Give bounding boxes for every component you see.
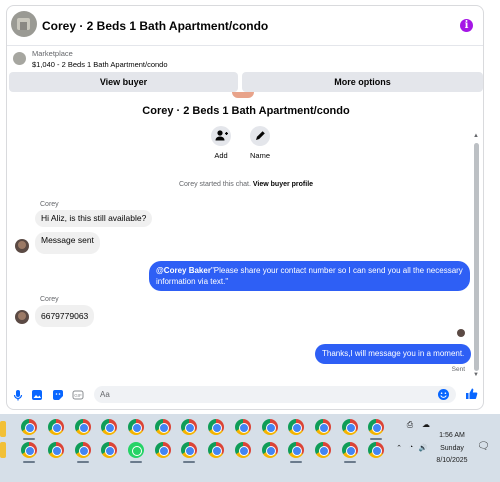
chrome-icon[interactable] xyxy=(235,419,251,435)
info-icon[interactable]: i xyxy=(460,19,473,32)
running-indicator xyxy=(290,461,302,463)
name-action[interactable]: Name xyxy=(240,126,280,160)
clock-day[interactable]: Sunday xyxy=(430,445,474,452)
outgoing-message[interactable]: Thanks,I will message you in a moment. xyxy=(315,344,472,364)
chrome-icon[interactable] xyxy=(235,442,251,458)
system-note-text: Corey started this chat. xyxy=(178,181,251,188)
clock-date[interactable]: 8/10/2025 xyxy=(430,457,474,464)
running-indicator xyxy=(23,461,35,463)
chrome-icon[interactable] xyxy=(48,442,64,458)
add-person-icon[interactable] xyxy=(211,126,231,146)
chrome-icon[interactable] xyxy=(368,419,384,435)
chrome-icon[interactable] xyxy=(101,442,117,458)
chrome-icon[interactable] xyxy=(21,442,37,458)
taskbar: ⎙ ☁ ⌃ ◔ 🔊 1:56 AM Sunday 8/10/2025 🗨 xyxy=(0,414,500,482)
chat-header: Corey · 2 Beds 1 Bath Apartment/condo i xyxy=(7,6,483,46)
system-note: Corey started this chat. View buyer prof… xyxy=(7,181,483,188)
chevron-up-icon[interactable]: ⌃ xyxy=(394,444,404,452)
chrome-icon[interactable] xyxy=(342,442,358,458)
chrome-icon[interactable] xyxy=(262,419,278,435)
microphone-icon[interactable] xyxy=(12,388,24,401)
chrome-icon[interactable] xyxy=(288,442,304,458)
scroll-up-icon[interactable]: ▲ xyxy=(473,133,479,139)
mention-tag[interactable]: @Corey Baker xyxy=(156,266,211,275)
chrome-icon[interactable] xyxy=(315,419,331,435)
whatsapp-icon[interactable] xyxy=(128,442,144,458)
notification-icon[interactable]: 🗨 xyxy=(477,441,490,452)
running-indicator xyxy=(23,438,35,440)
sender-avatar[interactable] xyxy=(15,239,29,253)
sticker-icon[interactable] xyxy=(52,388,64,400)
view-buyer-button[interactable]: View buyer xyxy=(9,72,238,92)
clock-time[interactable]: 1:56 AM xyxy=(430,432,474,439)
incoming-message[interactable]: Hi Aliz, is this still available? xyxy=(35,210,153,227)
chrome-icon[interactable] xyxy=(75,419,91,435)
chrome-icon[interactable] xyxy=(128,419,144,435)
sender-name: Corey xyxy=(40,201,59,208)
view-buyer-profile-link[interactable]: View buyer profile xyxy=(253,181,313,188)
profile-avatar xyxy=(232,92,254,98)
chrome-icon[interactable] xyxy=(181,419,197,435)
chrome-icon[interactable] xyxy=(155,419,171,435)
running-indicator xyxy=(77,461,89,463)
photo-icon[interactable] xyxy=(31,388,43,400)
gif-icon[interactable]: GIF xyxy=(72,388,84,400)
pencil-icon[interactable] xyxy=(250,126,270,146)
chrome-icon[interactable] xyxy=(155,442,171,458)
delivery-status: Sent xyxy=(451,366,465,373)
emoji-icon[interactable] xyxy=(437,388,450,401)
listing-thumbnail[interactable] xyxy=(13,52,26,65)
scrollbar-thumb[interactable] xyxy=(474,143,479,371)
volume-icon[interactable]: 🔊 xyxy=(418,444,428,452)
chrome-icon[interactable] xyxy=(181,442,197,458)
message-input[interactable] xyxy=(100,388,430,401)
sender-name: Corey xyxy=(40,296,59,303)
chrome-icon[interactable] xyxy=(288,419,304,435)
wifi-icon[interactable]: ◔ xyxy=(406,444,416,451)
meet-now-icon[interactable]: ⎙ xyxy=(404,420,416,430)
listing-avatar[interactable] xyxy=(11,11,37,37)
chrome-icon[interactable] xyxy=(75,442,91,458)
chrome-icon[interactable] xyxy=(315,442,331,458)
read-receipt-avatar xyxy=(457,329,465,337)
incoming-message[interactable]: 6679779063 xyxy=(35,305,95,327)
more-options-button[interactable]: More options xyxy=(242,72,483,92)
chat-title[interactable]: Corey · 2 Beds 1 Bath Apartment/condo xyxy=(42,19,268,33)
running-indicator xyxy=(344,461,356,463)
sender-avatar[interactable] xyxy=(15,310,29,324)
chrome-icon[interactable] xyxy=(368,442,384,458)
running-indicator xyxy=(130,461,142,463)
chrome-icon[interactable] xyxy=(21,419,37,435)
svg-text:GIF: GIF xyxy=(74,393,82,398)
message-input-wrapper[interactable] xyxy=(94,386,456,403)
outgoing-message[interactable]: @Corey Baker"Please share your contact n… xyxy=(149,261,470,291)
taskbar-folder-icon[interactable] xyxy=(0,442,6,458)
marketplace-label: Marketplace xyxy=(32,49,73,58)
thumbs-up-icon[interactable] xyxy=(465,387,478,400)
chrome-icon[interactable] xyxy=(48,419,64,435)
incoming-message[interactable]: Message sent xyxy=(35,232,100,254)
composer: GIF xyxy=(7,379,483,409)
taskbar-folder-icon[interactable] xyxy=(0,421,6,437)
running-indicator xyxy=(370,438,382,440)
chrome-icon[interactable] xyxy=(101,419,117,435)
profile-name: Corey · 2 Beds 1 Bath Apartment/condo xyxy=(142,105,350,117)
listing-description[interactable]: $1,040 - 2 Beds 1 Bath Apartment/condo xyxy=(32,60,168,69)
add-label: Add xyxy=(214,151,228,160)
chrome-icon[interactable] xyxy=(262,442,278,458)
add-action[interactable]: Add xyxy=(201,126,241,160)
chrome-icon[interactable] xyxy=(208,419,224,435)
running-indicator xyxy=(183,461,195,463)
name-label: Name xyxy=(249,151,270,160)
chat-window: Corey · 2 Beds 1 Bath Apartment/condo i … xyxy=(6,5,484,410)
chrome-icon[interactable] xyxy=(342,419,358,435)
chrome-icon[interactable] xyxy=(208,442,224,458)
scroll-down-icon[interactable]: ▼ xyxy=(473,372,479,378)
cloud-sync-icon[interactable]: ☁ xyxy=(420,420,432,429)
